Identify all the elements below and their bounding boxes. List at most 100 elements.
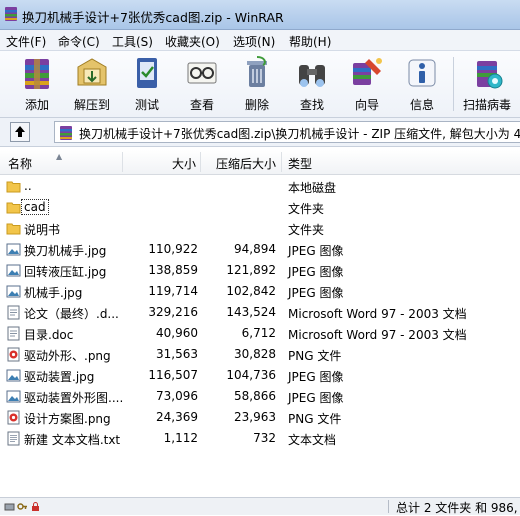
folder-icon xyxy=(6,202,21,214)
menu-commands[interactable]: 命令(C) xyxy=(58,33,100,50)
test-label: 测试 xyxy=(134,98,159,112)
menu-options[interactable]: 选项(N) xyxy=(233,33,275,50)
extract-to-label: 解压到 xyxy=(73,98,110,112)
file-size: 73,096 xyxy=(156,389,198,403)
file-type: 文件夹 xyxy=(288,202,325,216)
file-name: 回转液压缸.jpg xyxy=(24,265,107,279)
view-button[interactable]: 查看 xyxy=(175,53,229,115)
wizard-button[interactable]: 向导 xyxy=(340,53,394,115)
menu-bar: 文件(F) 命令(C) 工具(S) 收藏夹(O) 选项(N) 帮助(H) xyxy=(0,30,520,51)
column-divider[interactable] xyxy=(281,152,282,172)
window-title: 换刀机械手设计+7张优秀cad图.zip - WinRAR xyxy=(22,10,284,25)
file-packed-size: 23,963 xyxy=(234,410,276,424)
find-button[interactable]: 查找 xyxy=(285,53,339,115)
info-label: 信息 xyxy=(409,98,434,112)
sort-ascending-icon: ▲ xyxy=(56,152,63,161)
file-row[interactable]: 说明书 文件夹 xyxy=(0,218,520,239)
file-row-focused[interactable]: cad 文件夹 xyxy=(0,197,520,218)
add-label: 添加 xyxy=(24,98,49,112)
file-name: cad xyxy=(21,199,49,215)
file-type: JPEG 图像 xyxy=(288,286,344,300)
status-summary: 总计 2 文件夹 和 986, xyxy=(396,501,518,515)
menu-favorites[interactable]: 收藏夹(O) xyxy=(165,33,220,50)
file-type: 文件夹 xyxy=(288,223,325,237)
file-row[interactable]: .. 本地磁盘 xyxy=(0,176,520,197)
column-type[interactable]: 类型 xyxy=(288,155,312,172)
file-row[interactable]: 驱动装置.jpg 116,507 104,736 JPEG 图像 xyxy=(0,365,520,386)
column-divider[interactable] xyxy=(122,152,123,172)
up-one-level-button[interactable] xyxy=(10,122,30,142)
file-size: 40,960 xyxy=(156,326,198,340)
delete-icon xyxy=(247,56,267,87)
file-row[interactable]: 设计方案图.png 24,369 23,963 PNG 文件 xyxy=(0,407,520,428)
test-icon xyxy=(137,58,157,88)
file-size: 119,714 xyxy=(148,284,198,298)
find-icon xyxy=(299,65,325,87)
jpeg-image-icon xyxy=(6,243,21,256)
virus-scan-button[interactable]: 扫描病毒 xyxy=(460,53,514,115)
file-row[interactable]: 目录.doc 40,960 6,712 Microsoft Word 97 - … xyxy=(0,323,520,344)
column-name[interactable]: 名称 xyxy=(8,155,32,172)
file-row[interactable]: 驱动装置外形图.... 73,096 58,866 JPEG 图像 xyxy=(0,386,520,407)
file-type: Microsoft Word 97 - 2003 文档 xyxy=(288,328,467,342)
add-archive-icon xyxy=(25,59,49,89)
file-row[interactable]: 论文（最终）.d... 329,216 143,524 Microsoft Wo… xyxy=(0,302,520,323)
file-row[interactable]: 换刀机械手.jpg 110,922 94,894 JPEG 图像 xyxy=(0,239,520,260)
file-packed-size: 143,524 xyxy=(226,305,276,319)
file-packed-size: 732 xyxy=(253,431,276,445)
status-separator xyxy=(388,500,389,513)
delete-button[interactable]: 删除 xyxy=(230,53,284,115)
png-image-icon xyxy=(7,347,20,362)
column-packed-size[interactable]: 压缩后大小 xyxy=(216,155,276,172)
file-row[interactable]: 驱动外形、.png 31,563 30,828 PNG 文件 xyxy=(0,344,520,365)
file-name: 新建 文本文档.txt xyxy=(24,433,121,447)
path-field[interactable]: 换刀机械手设计+7张优秀cad图.zip\换刀机械手设计 - ZIP 压缩文件,… xyxy=(54,121,520,143)
file-type: JPEG 图像 xyxy=(288,244,344,258)
virus-scan-icon xyxy=(477,61,503,89)
file-name: .. xyxy=(24,179,32,193)
archive-icon xyxy=(60,126,72,140)
jpeg-image-icon xyxy=(6,264,21,277)
column-size[interactable]: 大小 xyxy=(172,155,196,172)
file-name: 换刀机械手.jpg xyxy=(24,244,107,258)
title-bar: 换刀机械手设计+7张优秀cad图.zip - WinRAR xyxy=(0,0,520,30)
view-label: 查看 xyxy=(189,98,214,112)
info-button[interactable]: 信息 xyxy=(395,53,449,115)
file-row[interactable]: 新建 文本文档.txt 1,112 732 文本文档 xyxy=(0,428,520,449)
file-packed-size: 104,736 xyxy=(226,368,276,382)
lock-icon xyxy=(32,502,39,511)
word-document-icon xyxy=(7,326,20,341)
file-size: 138,859 xyxy=(148,263,198,277)
file-size: 110,922 xyxy=(148,242,198,256)
menu-file[interactable]: 文件(F) xyxy=(6,33,46,50)
file-size: 31,563 xyxy=(156,347,198,361)
add-button[interactable]: 添加 xyxy=(10,53,64,115)
file-name: 目录.doc xyxy=(24,328,74,342)
jpeg-image-icon xyxy=(6,285,21,298)
file-size: 329,216 xyxy=(148,305,198,319)
file-type: PNG 文件 xyxy=(288,349,342,363)
file-type: Microsoft Word 97 - 2003 文档 xyxy=(288,307,467,321)
extract-to-button[interactable]: 解压到 xyxy=(65,53,119,115)
file-size: 116,507 xyxy=(148,368,198,382)
address-bar: 换刀机械手设计+7张优秀cad图.zip\换刀机械手设计 - ZIP 压缩文件,… xyxy=(0,118,520,147)
find-label: 查找 xyxy=(299,98,324,112)
file-packed-size: 6,712 xyxy=(241,326,276,340)
column-header: ▲ 名称 大小 压缩后大小 类型 xyxy=(0,150,520,175)
file-name: 机械手.jpg xyxy=(24,286,83,300)
file-name: 设计方案图.png xyxy=(24,412,111,426)
png-image-icon xyxy=(7,410,20,425)
file-type: PNG 文件 xyxy=(288,412,342,426)
winrar-app-icon[interactable] xyxy=(3,6,19,22)
text-document-icon xyxy=(7,431,20,446)
menu-tools[interactable]: 工具(S) xyxy=(112,33,153,50)
file-type: JPEG 图像 xyxy=(288,370,344,384)
column-divider[interactable] xyxy=(200,152,201,172)
file-row[interactable]: 机械手.jpg 119,714 102,842 JPEG 图像 xyxy=(0,281,520,302)
info-icon xyxy=(408,59,436,87)
test-button[interactable]: 测试 xyxy=(120,53,174,115)
menu-help[interactable]: 帮助(H) xyxy=(289,33,331,50)
file-size: 1,112 xyxy=(163,431,198,445)
file-row[interactable]: 回转液压缸.jpg 138,859 121,892 JPEG 图像 xyxy=(0,260,520,281)
jpeg-image-icon xyxy=(6,369,21,382)
